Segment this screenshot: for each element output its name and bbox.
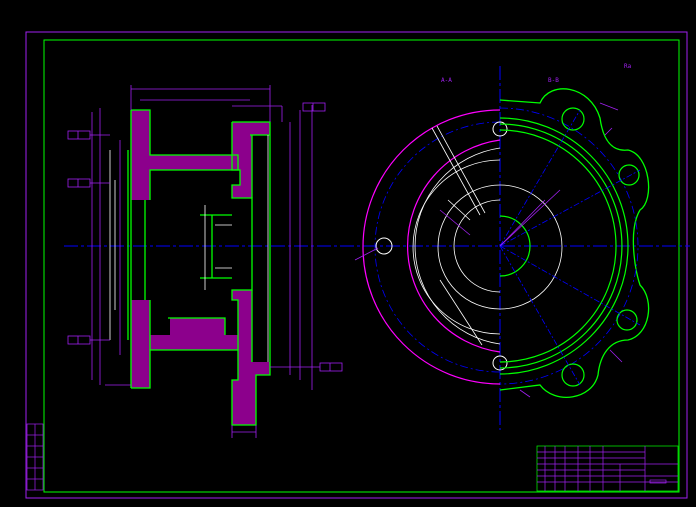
cad-drawing-canvas: A-A B-B Ra bbox=[25, 31, 690, 499]
drawing-border bbox=[43, 39, 680, 493]
section-view bbox=[64, 85, 690, 438]
view-label-left: A-A bbox=[441, 77, 452, 84]
title-block bbox=[536, 445, 679, 492]
view-label-right: B-B bbox=[548, 77, 559, 84]
outer-frame bbox=[25, 31, 688, 499]
roughness-note: Ra bbox=[624, 63, 632, 70]
binding-strip bbox=[26, 423, 44, 491]
